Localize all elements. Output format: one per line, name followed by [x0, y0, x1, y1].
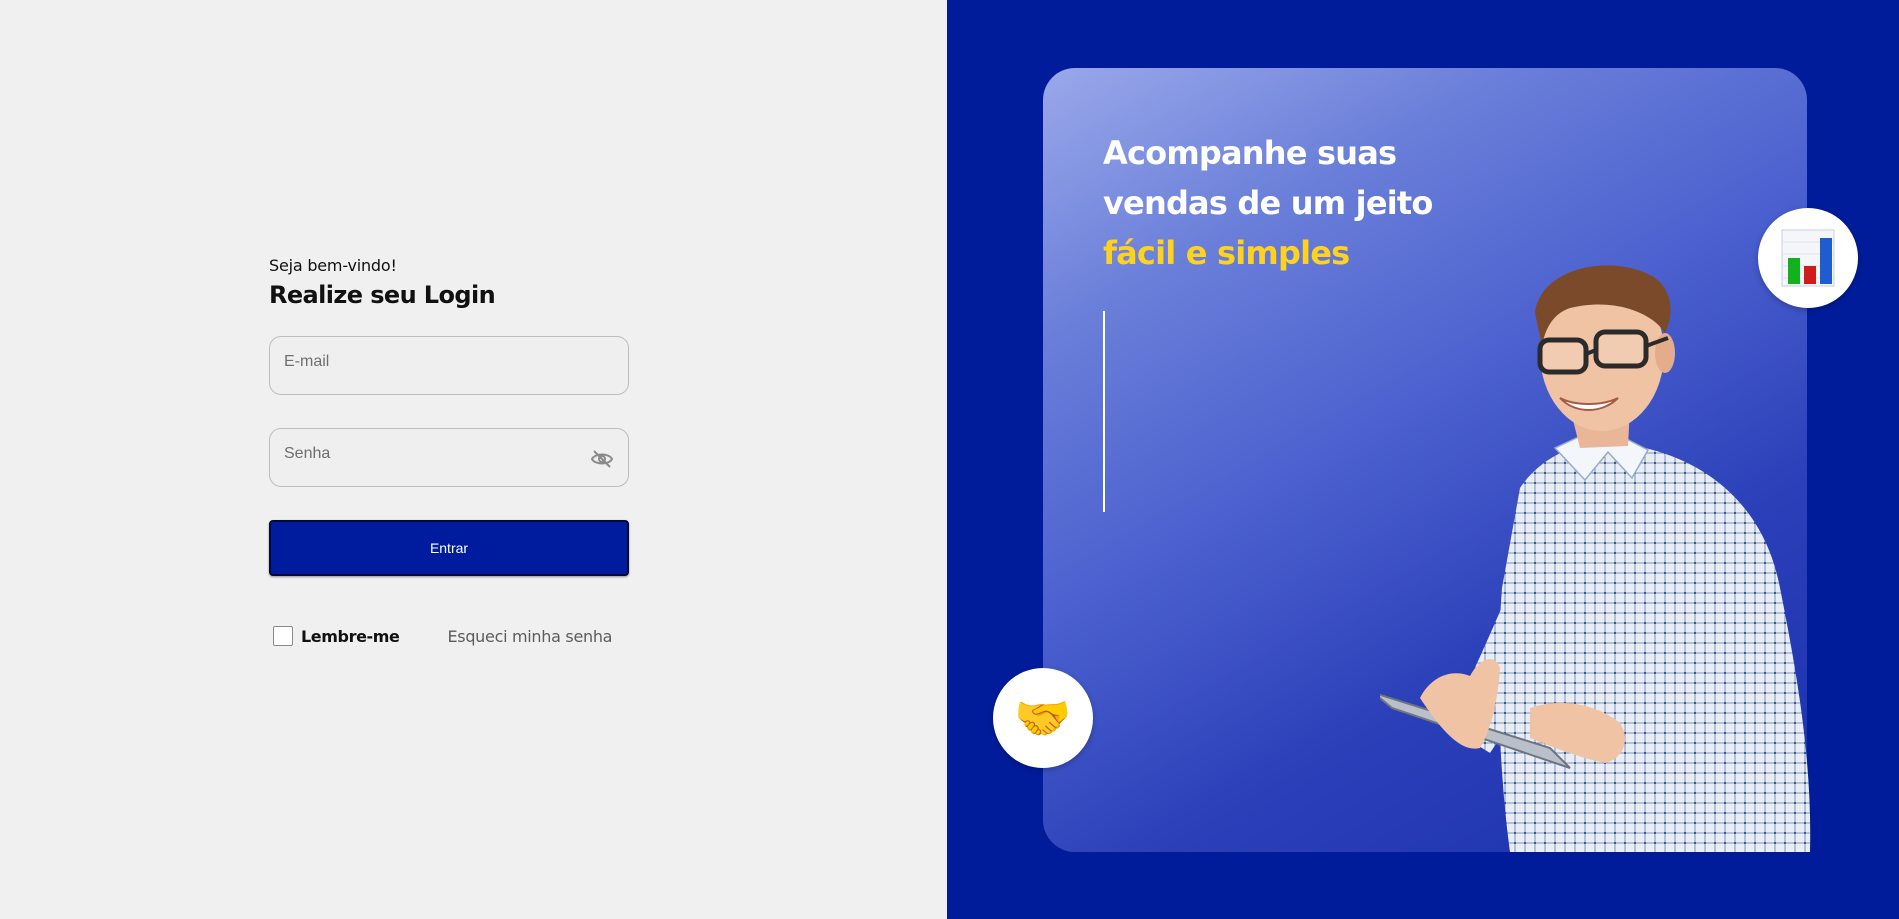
login-button[interactable]: Entrar: [269, 520, 629, 576]
forgot-password-link[interactable]: Esqueci minha senha: [447, 627, 612, 646]
remember-checkbox[interactable]: [273, 626, 293, 646]
email-field-wrapper: [269, 336, 629, 395]
promo-headline: Acompanhe suas vendas de um jeito fácil …: [1103, 128, 1433, 278]
person-with-tablet-image: [1380, 265, 1811, 852]
decorative-divider: [1103, 311, 1105, 512]
password-field-wrapper: [269, 428, 629, 487]
welcome-text: Seja bem-vindo!: [269, 256, 397, 275]
password-field[interactable]: [270, 429, 628, 486]
login-panel: Seja bem-vindo! Realize seu Login Entrar…: [0, 0, 947, 919]
promo-line-2: vendas de um jeito: [1103, 184, 1433, 222]
login-title: Realize seu Login: [269, 281, 496, 309]
eye-off-icon[interactable]: [590, 449, 614, 469]
bar-chart-icon: [1781, 229, 1835, 287]
login-options: Lembre-me Esqueci minha senha: [273, 626, 629, 646]
chart-bubble: [1758, 208, 1858, 308]
login-form: Seja bem-vindo! Realize seu Login Entrar…: [269, 256, 629, 646]
handshake-bubble: 🤝: [993, 668, 1093, 768]
email-field[interactable]: [270, 337, 628, 394]
remember-label[interactable]: Lembre-me: [301, 627, 400, 646]
handshake-icon: 🤝: [1014, 691, 1072, 744]
promo-line-1: Acompanhe suas: [1103, 134, 1397, 172]
